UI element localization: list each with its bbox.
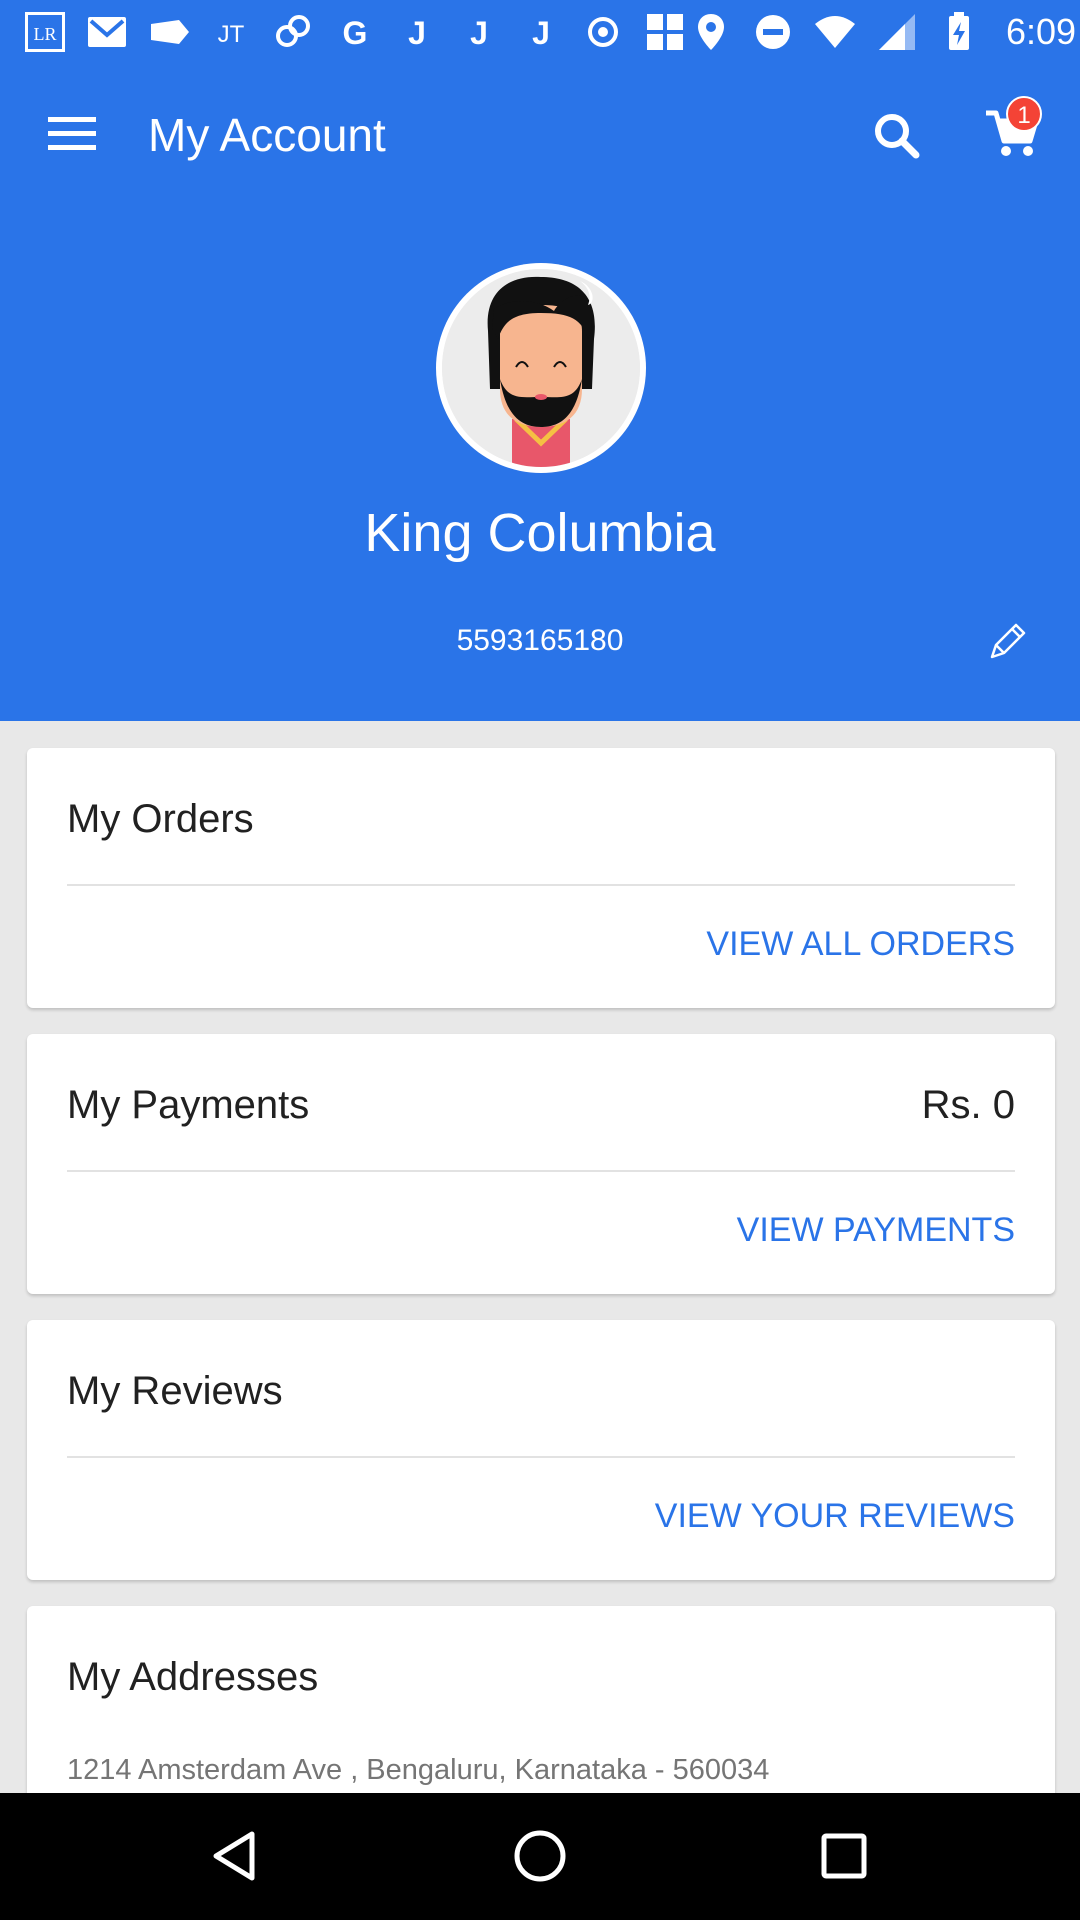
avatar[interactable] [436,263,646,473]
system-status: 6:09 [688,9,1076,55]
profile-phone: 5593165180 [456,624,624,657]
search-icon [875,114,920,159]
divider [67,1170,1015,1172]
back-button[interactable] [206,1826,266,1886]
reviews-title: My Reviews [67,1369,283,1413]
profile-header: King Columbia 5593165180 [0,213,1080,721]
view-payments-link[interactable]: VIEW PAYMENTS [737,1210,1015,1250]
orders-title: My Orders [67,797,254,841]
reviews-card: My Reviews VIEW YOUR REVIEWS [27,1320,1055,1580]
profile-name: King Columbia [364,503,716,563]
jt-app-icon: JT [208,9,254,55]
link-app-icon [270,9,316,55]
do-not-disturb-icon [750,9,796,55]
status-bar: LR JT G J J J 6:09 [0,0,1080,63]
divider [67,1456,1015,1458]
address-text: 1214 Amsterdam Ave , Bengaluru, Karnatak… [67,1754,770,1786]
wifi-icon [812,9,858,55]
edit-profile-button[interactable] [982,619,1030,667]
view-your-reviews-link[interactable]: VIEW YOUR REVIEWS [655,1496,1015,1536]
svg-text:LR: LR [33,24,56,44]
status-time: 6:09 [1006,10,1077,52]
grid-app-icon [642,9,688,55]
svg-text:J: J [408,15,426,51]
lr-app-icon: LR [22,9,68,55]
location-icon [688,9,734,55]
j-app-icon: J [518,9,564,55]
search-button[interactable] [870,109,922,161]
addresses-title: My Addresses [67,1655,319,1699]
pencil-icon [990,623,1026,659]
notification-icons: LR JT G J J J [22,9,688,55]
home-button[interactable] [510,1826,570,1886]
j-app-icon: J [456,9,502,55]
payments-card: My Payments Rs. 0 VIEW PAYMENTS [27,1034,1055,1294]
user-avatar-icon [442,269,640,467]
tag-icon [146,9,192,55]
page-title: My Account [148,109,386,161]
payments-title: My Payments [67,1083,310,1127]
gmail-icon [84,9,130,55]
j-app-icon: J [394,9,440,55]
hamburger-menu-icon [48,117,96,150]
app-bar: My Account 1 [0,63,1080,213]
home-circle-icon [514,1830,566,1882]
view-all-orders-link[interactable]: VIEW ALL ORDERS [706,924,1015,964]
payments-balance: Rs. 0 [921,1083,1015,1127]
svg-text:J: J [532,15,550,51]
back-triangle-icon [213,1831,255,1881]
recents-square-icon [821,1833,867,1879]
divider [67,884,1015,886]
svg-text:G: G [343,15,368,51]
battery-charging-icon [936,9,982,55]
orders-card: My Orders VIEW ALL ORDERS [27,748,1055,1008]
cell-signal-icon [874,9,920,55]
google-icon: G [332,9,378,55]
system-navigation-bar [0,1793,1080,1920]
record-icon [580,9,626,55]
menu-button[interactable] [44,113,100,155]
svg-text:J: J [470,15,488,51]
cart-count-badge: 1 [1006,96,1042,132]
recents-button[interactable] [814,1826,874,1886]
svg-text:JT: JT [218,21,245,48]
